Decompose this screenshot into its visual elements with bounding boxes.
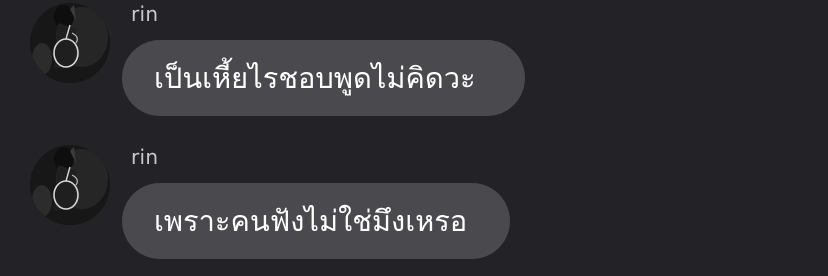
chat-thread: rin เป็นเหี้ยไรชอบพูดไม่คิดวะ rin เพราะค… [0, 0, 828, 276]
message-bubble[interactable]: เป็นเหี้ยไรชอบพูดไม่คิดวะ [122, 40, 525, 116]
message-bubble[interactable]: เพราะคนฟังไม่ใช่มึงเหรอ [122, 183, 510, 259]
sender-name: rin [131, 2, 159, 26]
message-group: rin เป็นเหี้ยไรชอบพูดไม่คิดวะ [0, 0, 828, 120]
user-avatar[interactable] [30, 145, 110, 225]
user-avatar[interactable] [30, 3, 110, 83]
message-group: rin เพราะคนฟังไม่ใช่มึงเหรอ [0, 143, 828, 263]
avatar-image [30, 3, 110, 83]
avatar-image [30, 145, 110, 225]
sender-name: rin [131, 145, 159, 169]
